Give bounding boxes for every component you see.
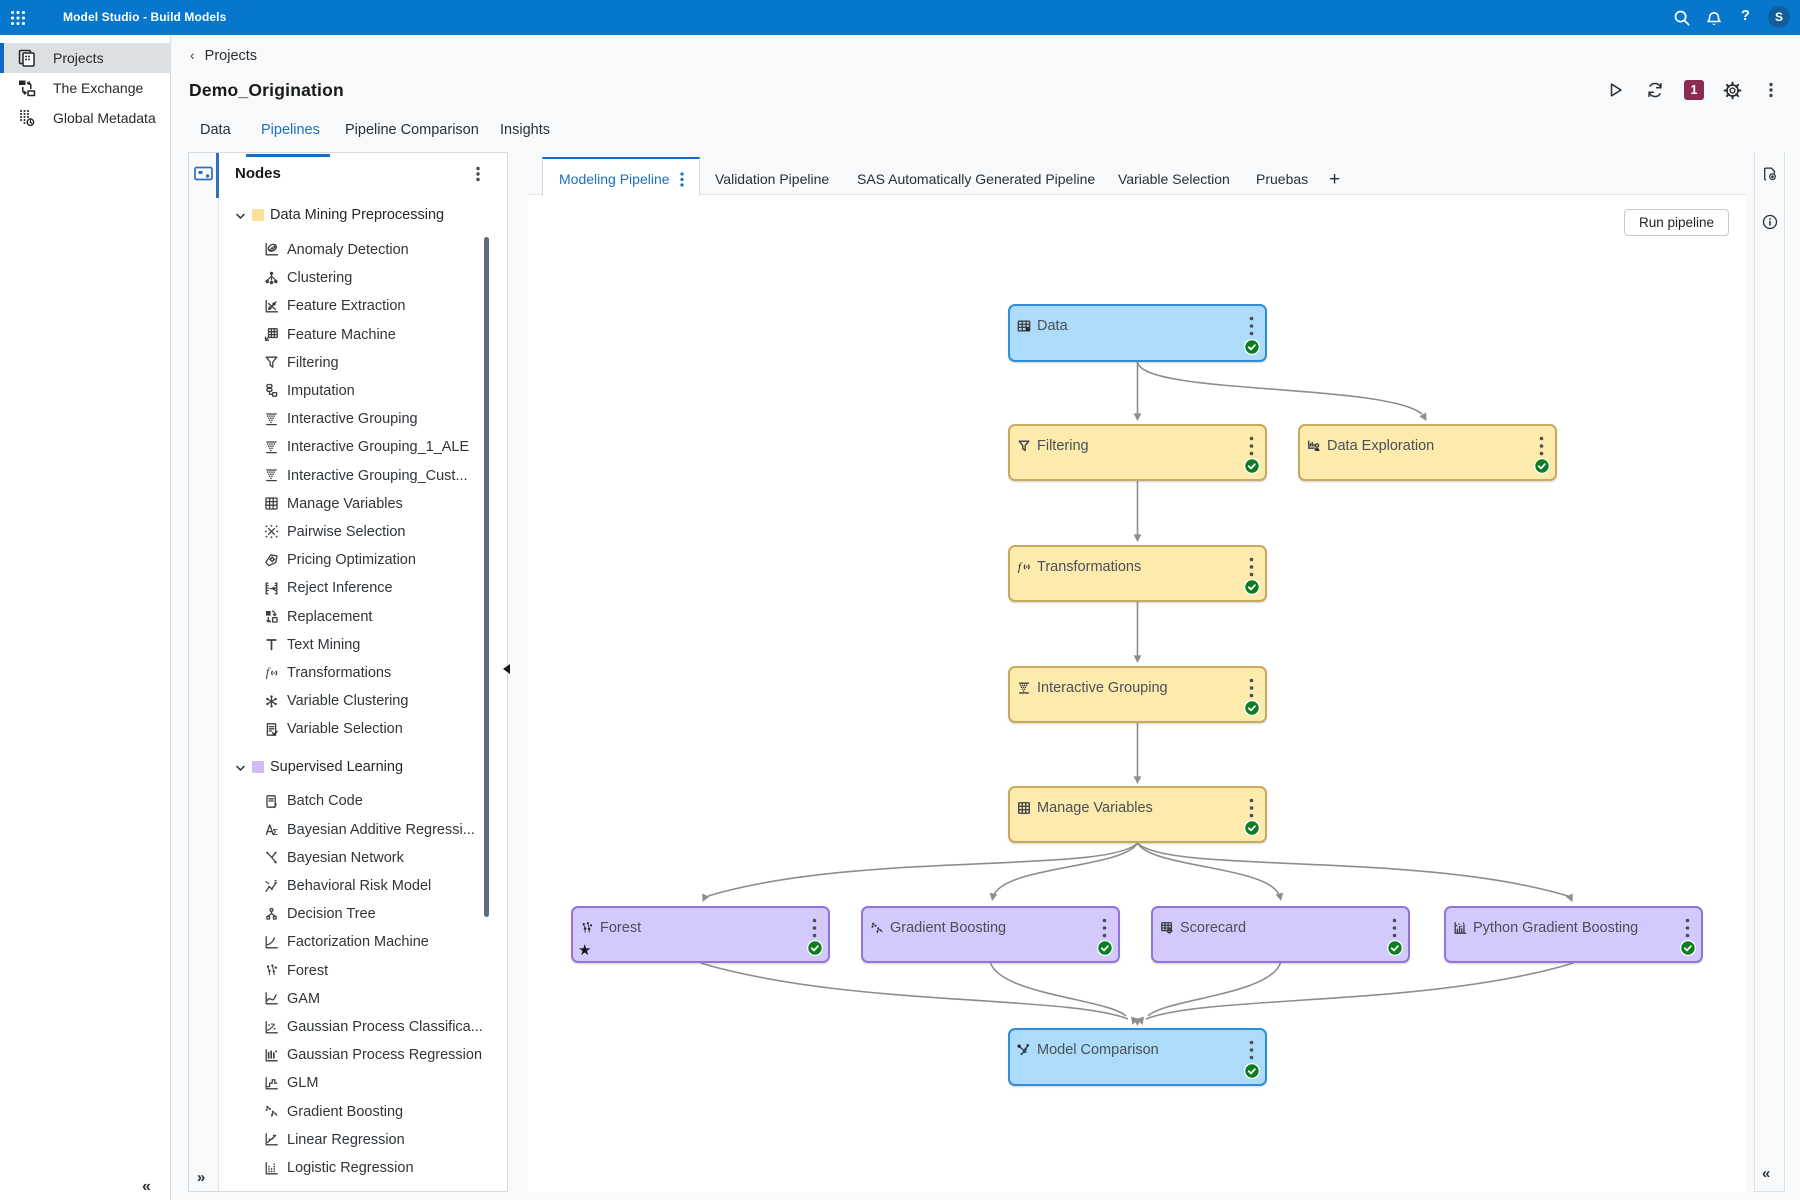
svg-text:f: f — [1018, 561, 1023, 573]
svg-text:Σ: Σ — [273, 827, 278, 837]
svg-text:f: f — [266, 666, 271, 680]
